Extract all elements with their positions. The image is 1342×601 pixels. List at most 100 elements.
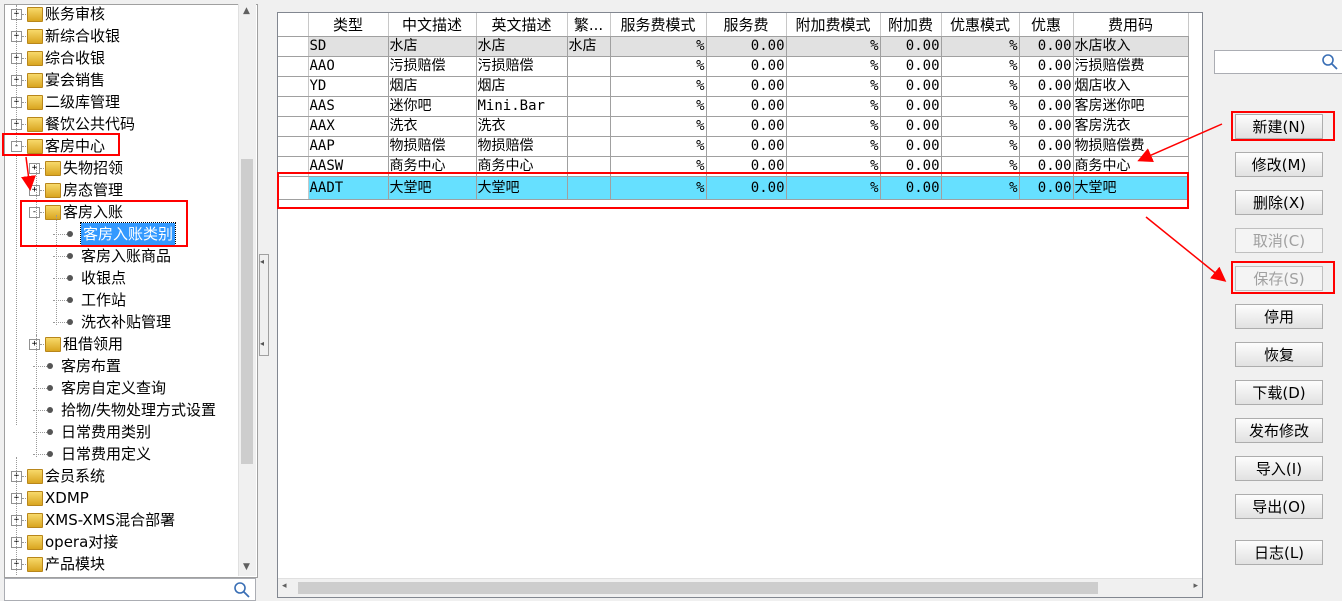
table-cell[interactable]: 0.00 — [706, 36, 787, 57]
table-row[interactable]: YD 烟店 烟店% 0.00% 0.00% 0.00 烟店收入 — [278, 76, 1189, 97]
scroll-down-icon[interactable]: ▼ — [243, 562, 250, 572]
column-header[interactable]: 中文描述 — [388, 13, 477, 37]
table-cell[interactable] — [567, 76, 611, 97]
tree-item[interactable]: 客房入账商品 — [5, 245, 237, 267]
table-cell[interactable]: 迷你吧 — [388, 96, 477, 117]
tree-item[interactable]: + XDMP — [5, 487, 237, 509]
table-cell[interactable]: 0.00 — [706, 136, 787, 157]
table-cell[interactable]: 0.00 — [880, 76, 942, 97]
table-row[interactable]: AAS 迷你吧 Mini.Bar% 0.00% 0.00% 0.00 客房迷你吧 — [278, 96, 1189, 117]
row-indicator[interactable] — [278, 56, 309, 77]
table-cell[interactable]: 0.00 — [1019, 76, 1074, 97]
collapse-left-icon[interactable]: ◂ — [260, 339, 264, 348]
tree-item[interactable]: + 房态管理 — [5, 179, 237, 201]
row-indicator[interactable] — [278, 116, 309, 137]
table-row[interactable]: SD 水店 水店 水店% 0.00% 0.00% 0.00 水店收入 — [278, 36, 1189, 57]
table-cell[interactable]: YD — [308, 76, 389, 97]
table-cell[interactable]: AAS — [308, 96, 389, 117]
table-cell[interactable]: 客房迷你吧 — [1073, 96, 1189, 117]
tree-item[interactable]: + 综合收银 — [5, 47, 237, 69]
table-cell[interactable]: 客房洗衣 — [1073, 116, 1189, 137]
table-cell[interactable]: % — [786, 116, 881, 137]
column-header[interactable]: 附加费 — [880, 13, 942, 37]
table-cell[interactable]: 洗衣 — [388, 116, 477, 137]
grid-horizontal-scrollbar[interactable]: ◂ ▸ — [278, 578, 1202, 597]
export-button[interactable]: 导出(O) — [1235, 494, 1323, 519]
tree-item[interactable]: 收银点 — [5, 267, 237, 289]
table-row[interactable]: AAP 物损赔偿 物损赔偿% 0.00% 0.00% 0.00 物损赔偿费 — [278, 136, 1189, 157]
tree-item[interactable]: 客房自定义查询 — [5, 377, 237, 399]
table-row[interactable]: AAO 污损赔偿 污损赔偿% 0.00% 0.00% 0.00 污损赔偿费 — [278, 56, 1189, 77]
table-cell[interactable]: 水店 — [388, 36, 477, 57]
table-cell[interactable]: % — [610, 56, 707, 77]
tree-item[interactable]: + 餐饮公共代码 — [5, 113, 237, 135]
table-cell[interactable]: 水店 — [476, 36, 568, 57]
table-cell[interactable]: 0.00 — [1019, 116, 1074, 137]
row-indicator[interactable] — [278, 96, 309, 117]
tree-item[interactable]: + opera对接 — [5, 531, 237, 553]
tree-item[interactable]: + 产品模块 — [5, 553, 237, 575]
table-cell[interactable]: 0.00 — [1019, 36, 1074, 57]
table-cell[interactable]: SD — [308, 36, 389, 57]
column-header[interactable]: 类型 — [308, 13, 389, 37]
grid-scroll-thumb[interactable] — [298, 582, 1098, 594]
table-cell[interactable]: 0.00 — [706, 56, 787, 77]
tree-item[interactable]: 客房布置 — [5, 355, 237, 377]
search-icon[interactable] — [233, 581, 251, 599]
column-header[interactable]: 费用码 — [1073, 13, 1189, 37]
column-header[interactable]: 繁... — [567, 13, 611, 37]
table-cell[interactable]: 0.00 — [1019, 96, 1074, 117]
tree-item[interactable]: + 租借领用 — [5, 333, 237, 355]
table-cell[interactable] — [567, 136, 611, 157]
table-cell[interactable]: % — [941, 56, 1020, 77]
table-cell[interactable]: 烟店 — [388, 76, 477, 97]
table-cell[interactable]: 物损赔偿 — [388, 136, 477, 157]
expand-icon[interactable]: + — [29, 339, 40, 350]
table-cell[interactable]: % — [941, 116, 1020, 137]
table-cell[interactable]: AAX — [308, 116, 389, 137]
right-search-input[interactable] — [1214, 50, 1342, 74]
scroll-up-icon[interactable]: ▲ — [243, 6, 250, 16]
row-indicator[interactable] — [278, 136, 309, 157]
table-cell[interactable]: % — [941, 136, 1020, 157]
table-cell[interactable]: % — [610, 36, 707, 57]
tree-item[interactable]: + 新综合收银 — [5, 25, 237, 47]
table-cell[interactable]: 0.00 — [1019, 56, 1074, 77]
tree-item[interactable]: 拾物/失物处理方式设置 — [5, 399, 237, 421]
panel-splitter[interactable]: ◂ ◂ — [259, 254, 269, 356]
table-cell[interactable] — [567, 96, 611, 117]
expand-icon[interactable]: + — [29, 185, 40, 196]
restore-button[interactable]: 恢复 — [1235, 342, 1323, 367]
publish-button[interactable]: 发布修改 — [1235, 418, 1323, 443]
table-cell[interactable]: % — [941, 36, 1020, 57]
tree-item[interactable]: + XMS-XMS混合部署 — [5, 509, 237, 531]
table-cell[interactable]: 水店收入 — [1073, 36, 1189, 57]
collapse-left-icon[interactable]: ◂ — [260, 257, 264, 266]
cancel-button[interactable]: 取消(C) — [1235, 228, 1323, 253]
row-indicator[interactable] — [278, 36, 309, 57]
delete-button[interactable]: 删除(X) — [1235, 190, 1323, 215]
table-cell[interactable]: % — [786, 36, 881, 57]
table-cell[interactable]: 物损赔偿 — [476, 136, 568, 157]
category-grid[interactable]: 类型 中文描述 英文描述 繁... 服务费模式 服务费 附加费模式 附加费 优惠模式 优惠 费用码 … — [277, 12, 1203, 598]
tree-item[interactable]: 工作站 — [5, 289, 237, 311]
edit-button[interactable]: 修改(M) — [1235, 152, 1323, 177]
table-cell[interactable]: % — [610, 116, 707, 137]
scroll-left-icon[interactable]: ◂ — [282, 581, 287, 591]
table-cell[interactable]: Mini.Bar — [476, 96, 568, 117]
table-cell[interactable]: % — [786, 136, 881, 157]
table-cell[interactable]: 0.00 — [880, 96, 942, 117]
tree-scroll-thumb[interactable] — [241, 159, 253, 464]
tree-item[interactable]: + 宴会销售 — [5, 69, 237, 91]
table-cell[interactable]: % — [786, 76, 881, 97]
import-button[interactable]: 导入(I) — [1235, 456, 1323, 481]
table-cell[interactable]: % — [610, 96, 707, 117]
table-cell[interactable]: 污损赔偿费 — [1073, 56, 1189, 77]
log-button[interactable]: 日志(L) — [1235, 540, 1323, 565]
table-cell[interactable]: 0.00 — [1019, 136, 1074, 157]
table-cell[interactable]: AAP — [308, 136, 389, 157]
table-cell[interactable]: % — [610, 76, 707, 97]
table-cell[interactable]: 0.00 — [706, 116, 787, 137]
column-header[interactable]: 附加费模式 — [786, 13, 881, 37]
tree-item[interactable]: + 失物招领 — [5, 157, 237, 179]
